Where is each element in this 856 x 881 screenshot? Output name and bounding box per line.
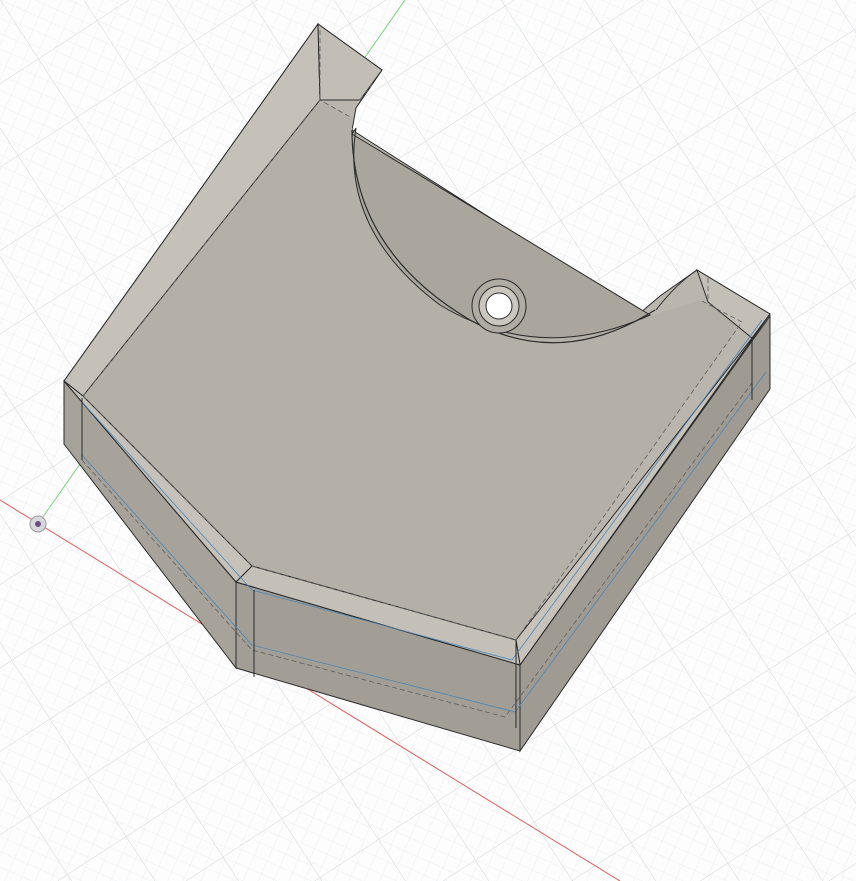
origin-point-icon[interactable] bbox=[29, 515, 47, 533]
canvas-viewport[interactable] bbox=[0, 0, 856, 881]
mounting-hole-icon[interactable] bbox=[471, 278, 527, 334]
3d-scene[interactable] bbox=[0, 0, 856, 881]
